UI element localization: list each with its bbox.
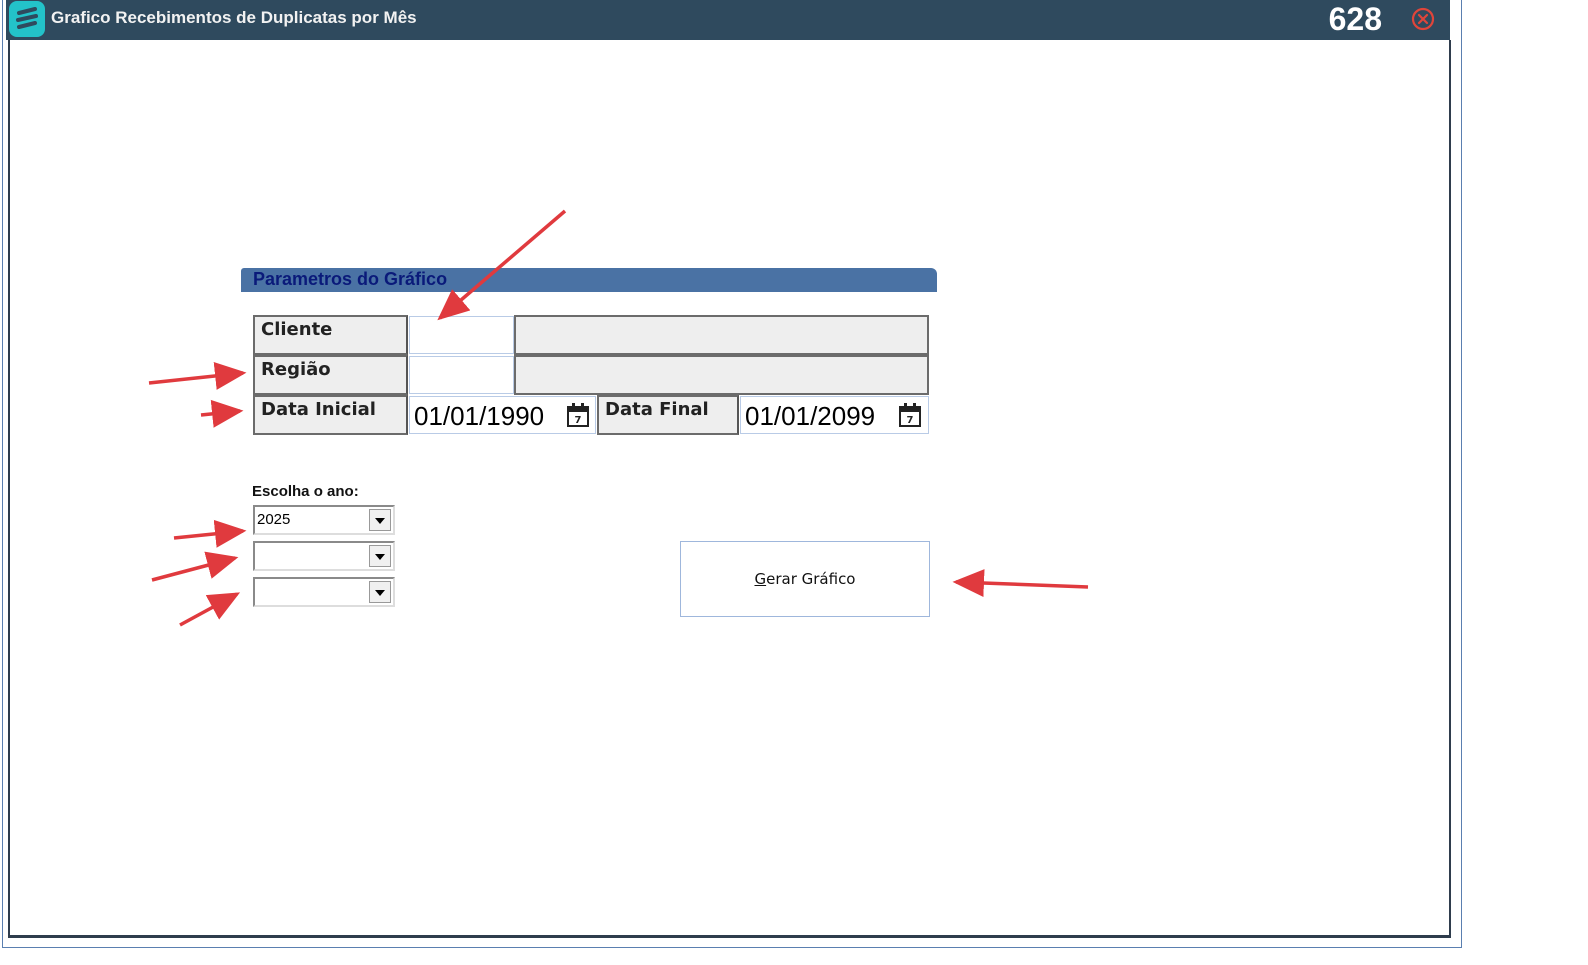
year-select-2[interactable] xyxy=(253,541,395,571)
cliente-label: Cliente xyxy=(253,315,408,355)
svg-text:7: 7 xyxy=(907,415,914,426)
data-inicial-input[interactable]: 01/01/1990 7 xyxy=(409,396,596,434)
svg-text:7: 7 xyxy=(575,415,582,426)
screen-code: 628 xyxy=(1328,1,1382,37)
generate-chart-label: erar Gráfico xyxy=(766,570,856,588)
data-inicial-value: 01/01/1990 xyxy=(414,401,545,431)
chevron-down-icon[interactable] xyxy=(369,545,391,567)
data-final-label: Data Final xyxy=(597,395,739,435)
generate-chart-button[interactable]: Gerar Gráfico xyxy=(680,541,930,617)
year-select-1-value: 2025 xyxy=(257,511,291,528)
window-title: Grafico Recebimentos de Duplicatas por M… xyxy=(51,8,417,27)
regiao-label: Região xyxy=(253,355,408,395)
app-logo-icon xyxy=(9,1,45,37)
year-label: Escolha o ano: xyxy=(252,483,359,500)
chevron-down-icon[interactable] xyxy=(369,509,391,531)
cliente-code-input[interactable] xyxy=(409,316,514,354)
regiao-name-field xyxy=(514,355,929,395)
regiao-code-input[interactable] xyxy=(409,356,514,394)
generate-chart-mnemonic: G xyxy=(754,570,767,588)
close-icon[interactable] xyxy=(1410,6,1436,32)
section-title: Parametros do Gráfico xyxy=(253,269,448,289)
year-select-1[interactable]: 2025 xyxy=(253,505,395,535)
cliente-name-field xyxy=(514,315,929,355)
window-content xyxy=(8,40,1451,938)
data-inicial-label: Data Inicial xyxy=(253,395,408,435)
section-header: Parametros do Gráfico xyxy=(241,268,937,292)
calendar-icon[interactable]: 7 xyxy=(566,402,590,428)
data-final-input[interactable]: 01/01/2099 7 xyxy=(740,396,929,434)
title-bar: Grafico Recebimentos de Duplicatas por M… xyxy=(6,0,1450,40)
data-final-value: 01/01/2099 xyxy=(745,401,876,431)
year-select-3[interactable] xyxy=(253,577,395,607)
calendar-icon[interactable]: 7 xyxy=(898,402,922,428)
chevron-down-icon[interactable] xyxy=(369,581,391,603)
